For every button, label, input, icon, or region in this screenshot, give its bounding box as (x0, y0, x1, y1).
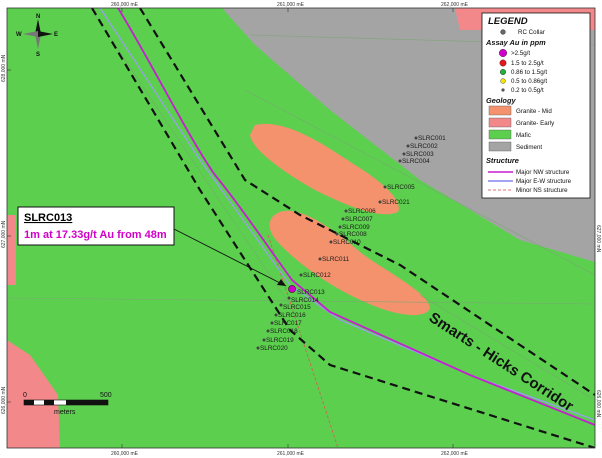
grid-label-bottom-2: 261,000 mE (277, 451, 305, 457)
legend-structure-2: Major E-W structure (516, 178, 572, 185)
drillhole-label: SLRC010 (333, 239, 361, 246)
legend-geology-1: Granite - Mid (516, 108, 552, 115)
grid-label-bottom-1: 260,000 mE (111, 451, 139, 457)
drillhole-label: SLRC011 (322, 256, 350, 263)
scale-zero: 0 (23, 392, 27, 399)
drillhole-label: SLRC005 (387, 184, 415, 191)
drillhole-label: SLRC006 (348, 208, 376, 215)
grid-label-right-1: 627,000 mN (595, 225, 601, 253)
grid-label-right-2: 626,000 mN (595, 390, 601, 418)
drillhole-label: SLRC019 (266, 337, 294, 344)
callout-hole: SLRC013 (24, 212, 72, 224)
drillhole-label: SLRC008 (339, 231, 367, 238)
grid-label-left-2: 627,000 mN (1, 220, 7, 248)
south-label: S (36, 52, 40, 58)
legend-structure-1: Major NW structure (516, 169, 570, 176)
drillhole-label: SLRC014 (291, 297, 319, 304)
grid-label-left-3: 626,000 mN (1, 386, 7, 414)
grid-label-left-1: 628,000 mN (1, 54, 7, 82)
legend-structure-title: Structure (486, 156, 519, 165)
legend-geology-title: Geology (486, 96, 516, 105)
scale-max: 500 (100, 392, 112, 399)
drillhole-label: SLRC016 (278, 312, 306, 319)
grid-label-top-3: 262,000 mE (441, 2, 469, 8)
legend-assay-title: Assay Au in ppm (485, 38, 546, 47)
drillhole-label: SLRC004 (402, 158, 430, 165)
north-label: N (36, 14, 40, 20)
drillhole-label: SLRC017 (274, 320, 302, 327)
drillhole-label: SLRC013 (297, 289, 325, 296)
scale-unit: meters (54, 409, 76, 416)
legend-assay-4: 0.5 to 0.86g/t (511, 78, 547, 85)
legend: LEGEND RC Collar Assay Au in ppm >2.5g/t… (481, 12, 591, 199)
legend-assay-3: 0.86 to 1.5g/t (511, 69, 547, 76)
legend-geology-2: Granite- Early (516, 120, 555, 127)
legend-structure-3: Minor NS structure (516, 187, 568, 194)
geology-map: 260,000 mE 261,000 mE 262,000 mE 260,000… (0, 0, 602, 458)
callout-result: 1m at 17.33g/t Au from 48m (24, 229, 167, 241)
granite-early-left (7, 215, 16, 285)
legend-assay-2: 1.5 to 2.5g/t (511, 60, 544, 67)
drillhole-label: SLRC015 (283, 304, 311, 311)
drillhole-label: SLRC018 (270, 328, 298, 335)
drillhole-label: SLRC001 (418, 135, 446, 142)
callout-box: SLRC013 1m at 17.33g/t Au from 48m (17, 206, 175, 246)
legend-rc-collar: RC Collar (518, 29, 545, 36)
legend-geology-3: Mafic (516, 132, 531, 139)
legend-geology-4: Sediment (516, 144, 542, 151)
west-label: W (16, 32, 22, 38)
drillhole-label: SLRC002 (410, 143, 438, 150)
drillhole-label: SLRC007 (345, 216, 373, 223)
high-grade-collar (288, 285, 296, 293)
grid-label-top-2: 261,000 mE (277, 2, 305, 8)
drillhole-label: SLRC020 (260, 345, 288, 352)
legend-assay-1: >2.5g/t (511, 50, 530, 57)
drillhole-label: SLRC009 (342, 224, 370, 231)
drillhole-label: SLRC021 (382, 199, 410, 206)
east-label: E (54, 32, 58, 38)
grid-label-top-1: 260,000 mE (111, 2, 139, 8)
drillhole-label: SLRC003 (406, 151, 434, 158)
legend-title: LEGEND (488, 16, 528, 27)
grid-label-bottom-3: 262,000 mE (441, 451, 469, 457)
legend-assay-5: 0.2 to 0.5g/t (511, 87, 544, 94)
drillhole-label: SLRC012 (303, 272, 331, 279)
